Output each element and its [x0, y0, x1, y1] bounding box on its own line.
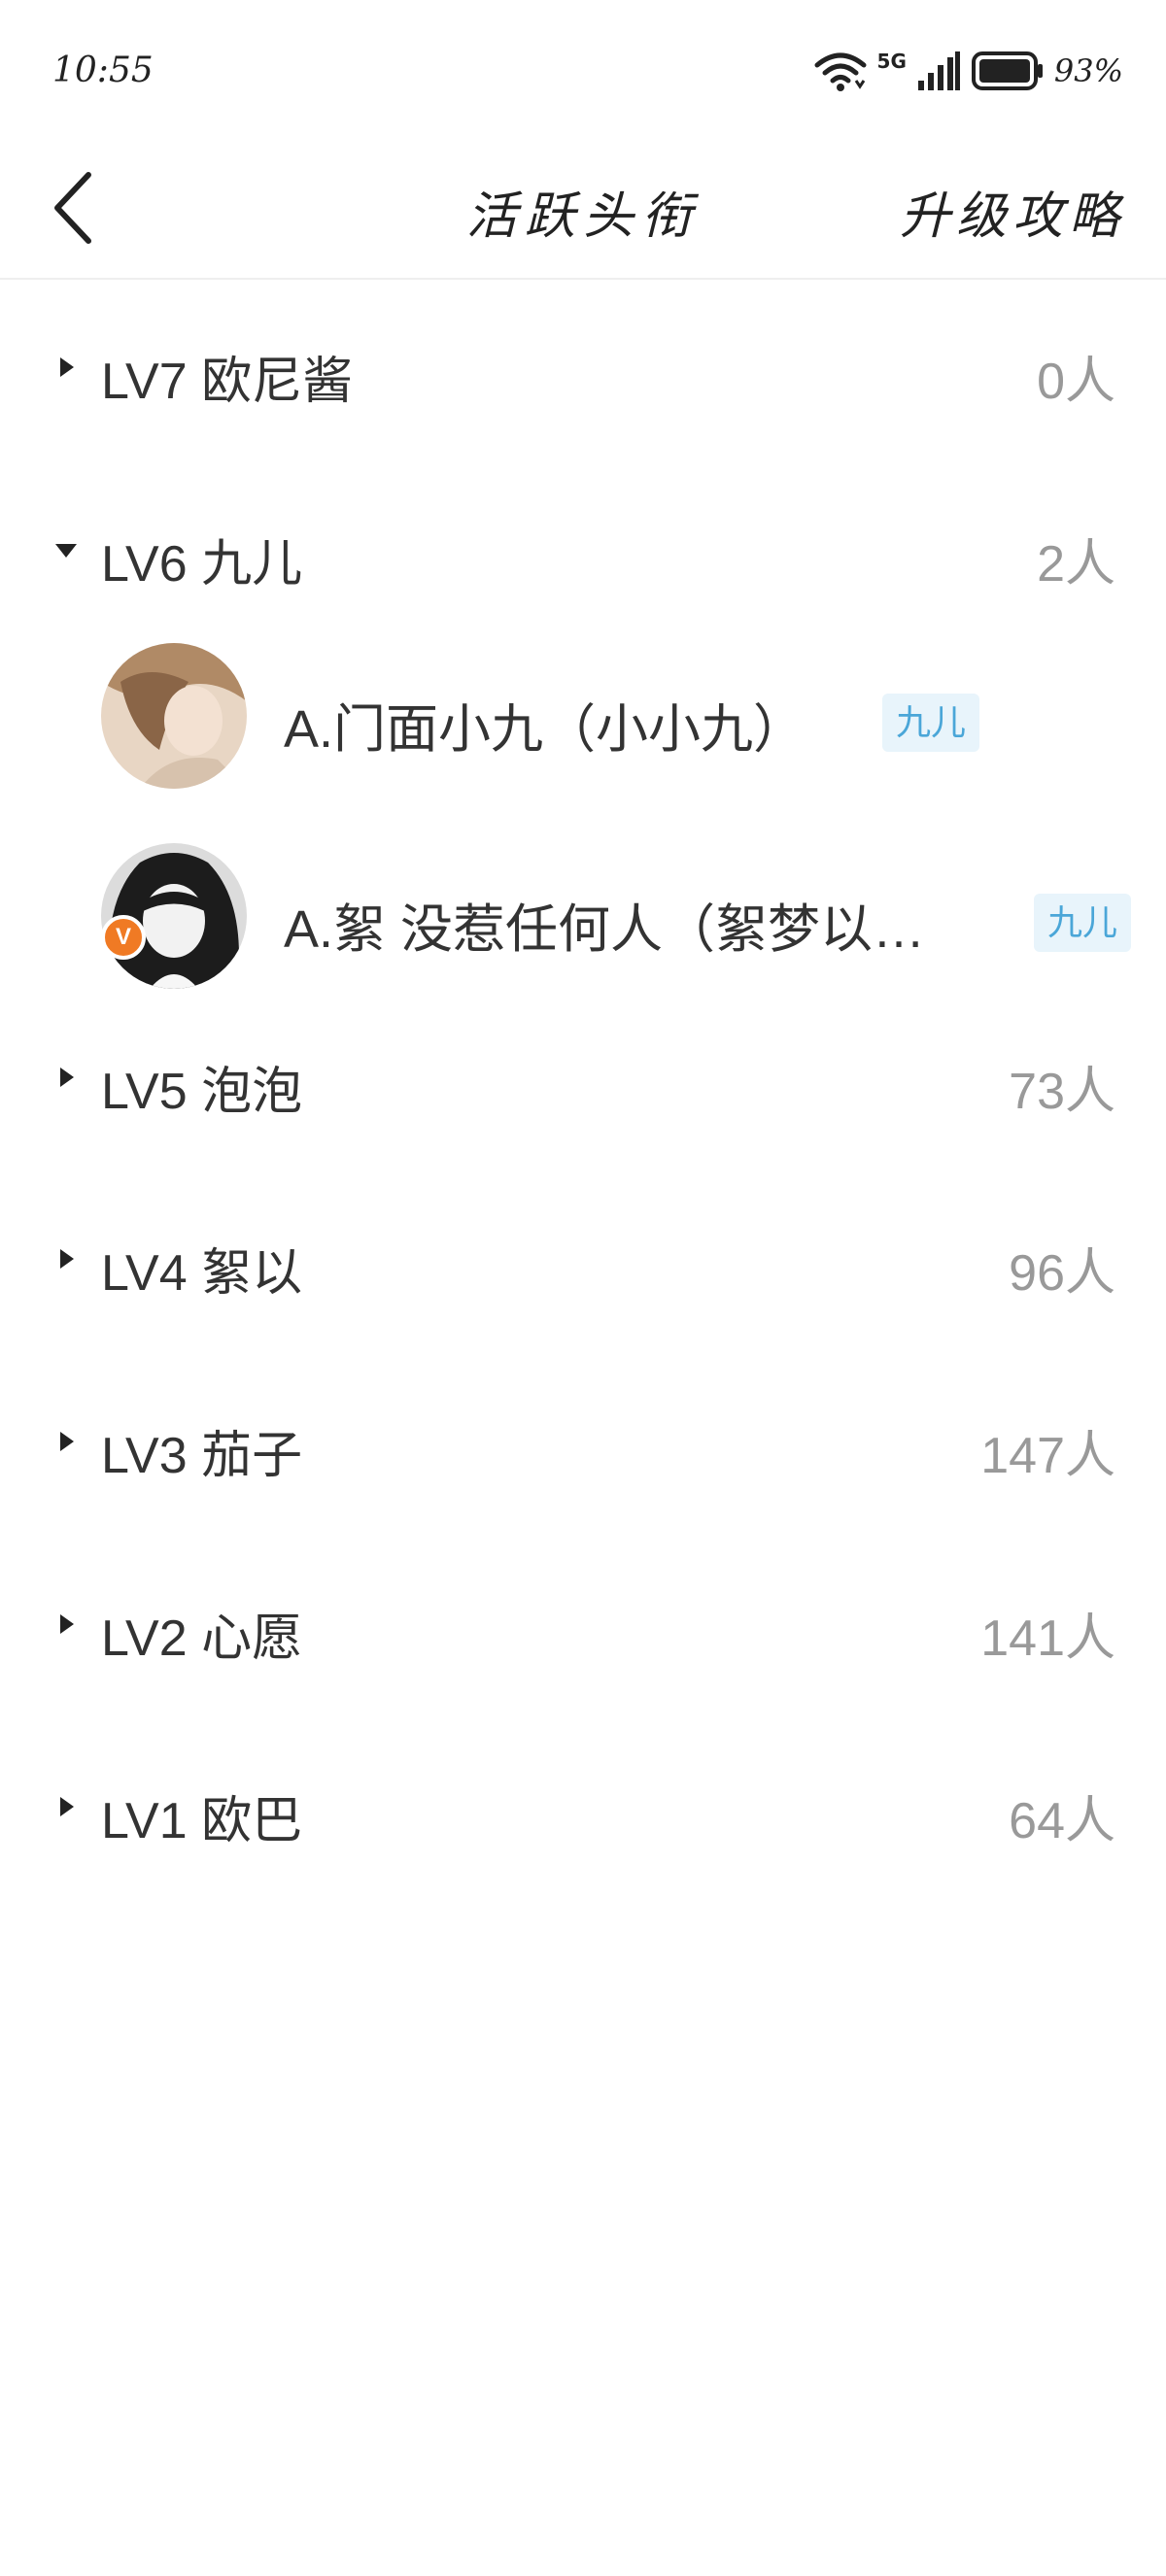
level-name: LV3 茄子 — [101, 1428, 303, 1484]
level-count: 141人 — [980, 1610, 1115, 1667]
signal-icon — [917, 51, 960, 90]
caret-right-icon — [52, 1245, 80, 1272]
status-icons: 5G 93% — [813, 47, 1123, 95]
level-count: 96人 — [1009, 1245, 1115, 1302]
level-row-lv6[interactable]: LV6 九儿 2人 — [0, 491, 1166, 608]
caret-right-icon — [52, 354, 80, 381]
upgrade-guide-link[interactable]: 升级攻略 — [900, 175, 1125, 248]
level-count: 2人 — [1037, 536, 1115, 593]
member-level-tag: 九儿 — [882, 694, 980, 752]
level-row-lv7[interactable]: LV7 欧尼酱 0人 — [0, 309, 1166, 425]
level-count: 64人 — [1009, 1793, 1115, 1849]
level-name: LV6 九儿 — [101, 536, 303, 593]
level-row-lv4[interactable]: LV4 絮以 96人 — [0, 1201, 1166, 1317]
level-name: LV1 欧巴 — [101, 1793, 303, 1849]
verified-badge-icon: V — [101, 915, 146, 960]
level-count: 73人 — [1009, 1064, 1115, 1120]
level-name: LV7 欧尼酱 — [101, 354, 354, 410]
status-time: 10:55 — [52, 51, 154, 90]
member-row[interactable]: V A.絮 没惹任何人（絮梦以… 九儿 — [0, 814, 1166, 989]
member-name: A.絮 没惹任何人（絮梦以… — [284, 900, 926, 959]
battery-percent: 93% — [1053, 52, 1123, 89]
member-level-tag: 九儿 — [1034, 894, 1132, 952]
caret-down-icon — [52, 536, 80, 563]
level-name: LV5 泡泡 — [101, 1064, 303, 1120]
level-row-lv2[interactable]: LV2 心愿 141人 — [0, 1566, 1166, 1682]
status-bar: 10:55 5G 93% — [0, 0, 1166, 146]
battery-icon — [971, 51, 1043, 90]
level-row-lv1[interactable]: LV1 欧巴 64人 — [0, 1748, 1166, 1865]
caret-right-icon — [52, 1428, 80, 1455]
level-count: 147人 — [980, 1428, 1115, 1484]
level-name: LV2 心愿 — [101, 1610, 303, 1667]
caret-right-icon — [52, 1064, 80, 1091]
network-type: 5G — [876, 50, 907, 73]
member-name: A.门面小九（小小九） — [284, 700, 806, 759]
level-row-lv5[interactable]: LV5 泡泡 73人 — [0, 1019, 1166, 1135]
navigation-header: 活跃头衔 升级攻略 — [0, 146, 1166, 280]
level-count: 0人 — [1037, 354, 1115, 410]
caret-right-icon — [52, 1793, 80, 1820]
level-row-lv3[interactable]: LV3 茄子 147人 — [0, 1383, 1166, 1500]
wifi-icon — [814, 52, 867, 91]
member-row[interactable]: A.门面小九（小小九） 九儿 — [0, 614, 1166, 789]
level-name: LV4 絮以 — [101, 1245, 303, 1302]
avatar — [101, 643, 247, 789]
caret-right-icon — [52, 1610, 80, 1638]
